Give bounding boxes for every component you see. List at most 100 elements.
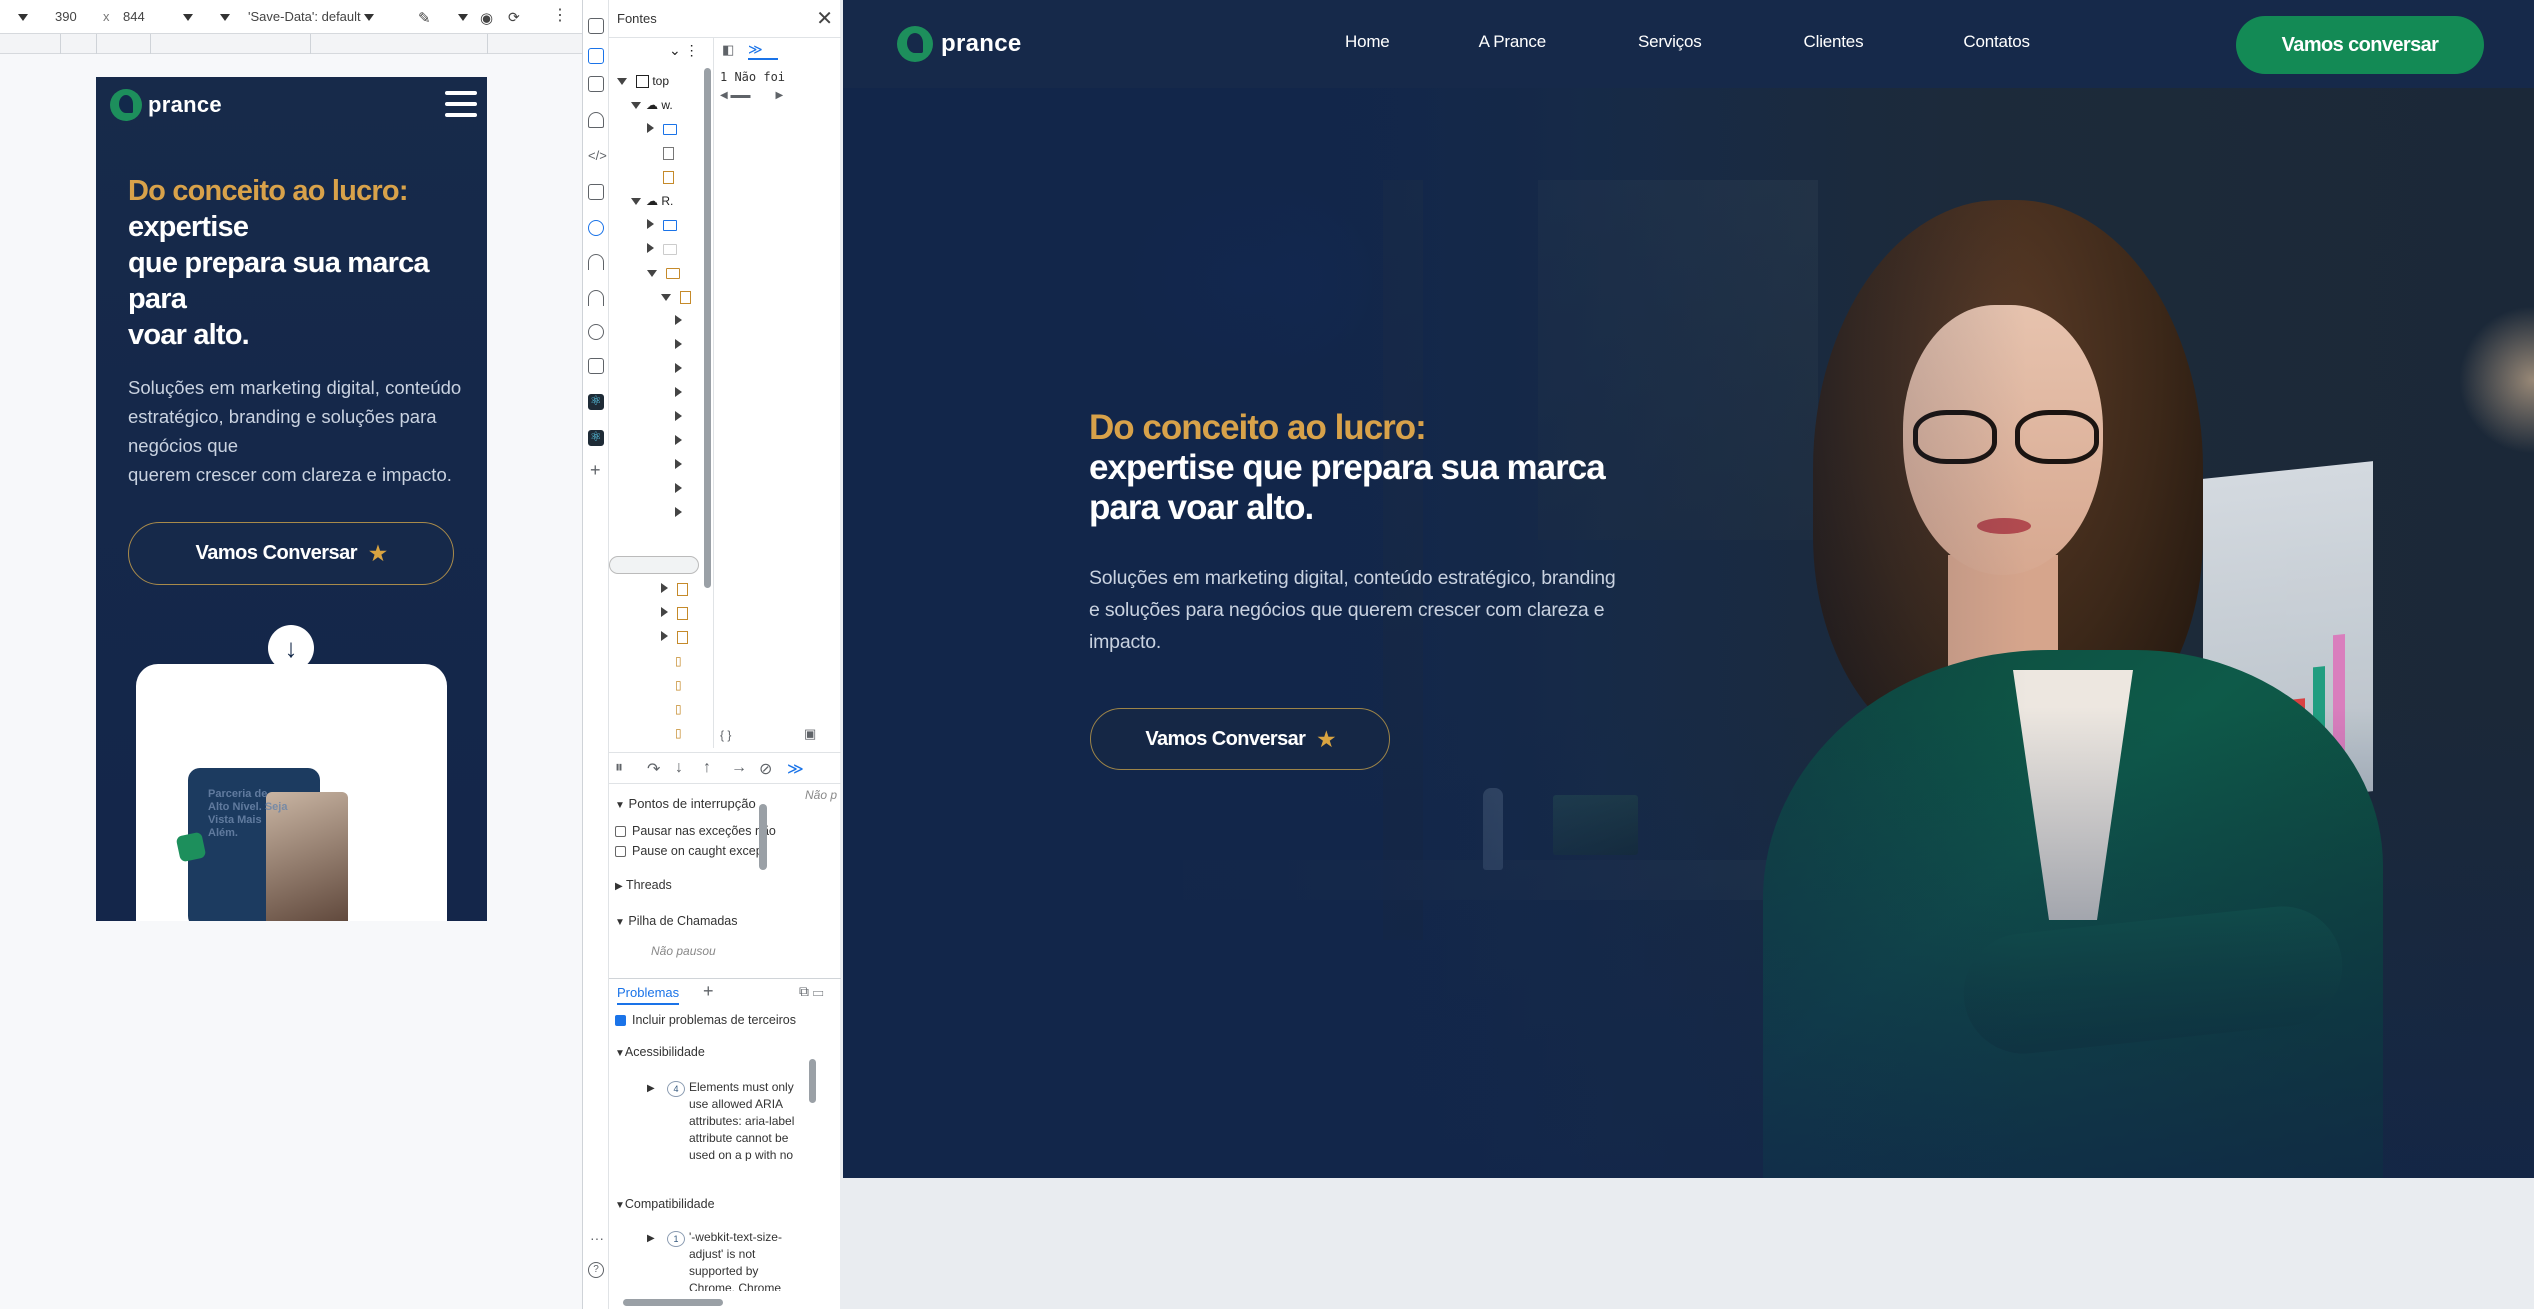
pause-icon[interactable]: ⏸ [615, 759, 623, 777]
network-icon[interactable] [588, 254, 604, 270]
tree-row[interactable] [675, 386, 687, 406]
call-stack-section[interactable]: ▼ Pilha de Chamadas [615, 914, 738, 928]
eyedropper-icon[interactable]: ✎ [418, 9, 431, 27]
more-options-icon[interactable]: ⋮ [552, 5, 568, 25]
scroll-down-arrow-icon[interactable]: ↓ [268, 625, 314, 671]
step-icon[interactable]: → [731, 759, 747, 777]
mobile-cta-button[interactable]: Vamos Conversar ★ [128, 522, 454, 585]
debugger-scrollbar[interactable] [759, 804, 767, 870]
help-icon[interactable]: ? [588, 1262, 604, 1278]
pretty-print-icon[interactable]: { } [720, 728, 731, 742]
tree-row-folder[interactable] [647, 122, 677, 142]
tree-row[interactable] [675, 458, 687, 478]
compatibility-category[interactable]: ▼Compatibilidade [615, 1197, 715, 1211]
problems-tab[interactable]: Problemas [617, 985, 680, 1005]
nav-servicos[interactable]: Serviços [1638, 32, 1702, 52]
debug-icon[interactable] [588, 220, 604, 236]
coverage-icon[interactable]: ▣ [804, 726, 816, 742]
add-tab-icon[interactable]: + [703, 981, 714, 1002]
react-components-icon[interactable] [588, 393, 604, 410]
tree-row[interactable]: ▯ [675, 654, 682, 674]
expand-issue-icon[interactable]: ▶ [647, 1233, 655, 1244]
tree-row[interactable]: ▯ [675, 702, 682, 722]
tree-horizontal-scrollbar[interactable] [609, 556, 699, 574]
tree-row[interactable] [675, 482, 687, 502]
expand-issue-icon[interactable]: ▶ [647, 1083, 655, 1094]
tree-row[interactable] [661, 630, 688, 650]
accessibility-category[interactable]: ▼Acessibilidade [615, 1045, 705, 1059]
tree-row[interactable] [675, 434, 687, 454]
tree-row-folder[interactable] [647, 266, 680, 286]
pause-exceptions-checkbox[interactable]: Pausar nas exceções não [615, 824, 776, 838]
nav-a-prance[interactable]: A Prance [1479, 32, 1547, 52]
application-icon[interactable] [588, 358, 604, 374]
tree-row-top[interactable]: top [617, 74, 669, 94]
problems-hscrollbar[interactable] [623, 1299, 723, 1306]
sources-code-icon[interactable]: </> [588, 148, 607, 164]
tree-row[interactable] [661, 582, 688, 602]
mobile-logo[interactable]: prance [110, 89, 222, 121]
step-over-icon[interactable]: ↷ [647, 759, 660, 779]
save-data-dropdown[interactable]: 'Save-Data': default [248, 9, 375, 24]
height-input[interactable]: 844 [123, 9, 145, 24]
sensors-dropdown[interactable] [458, 9, 468, 24]
threads-section[interactable]: ▶ Threads [615, 878, 672, 892]
hero-cta-button[interactable]: Vamos Conversar ★ [1090, 708, 1390, 770]
tree-row-folder[interactable] [647, 218, 677, 238]
tree-row-file[interactable] [647, 146, 674, 166]
throttle-dropdown[interactable] [220, 9, 230, 24]
include-third-party-checkbox[interactable]: Incluir problemas de terceiros [615, 1013, 796, 1027]
tree-row-folder[interactable] [661, 290, 691, 310]
compatibility-issue[interactable]: '-webkit-text-size-adjust' is not suppor… [689, 1229, 799, 1291]
call-stack-label: Pilha de Chamadas [628, 914, 738, 928]
pause-caught-checkbox[interactable]: Pause on caught excep [615, 844, 763, 858]
problems-scrollbar[interactable] [809, 1059, 816, 1103]
more-tools-icon[interactable]: ··· [590, 1230, 604, 1246]
tree-row[interactable] [675, 362, 687, 382]
accessibility-issue[interactable]: Elements must only use allowed ARIA attr… [689, 1079, 799, 1161]
rotate-icon[interactable]: ⟳ [508, 9, 520, 26]
header-cta-button[interactable]: Vamos conversar [2236, 16, 2484, 74]
step-into-icon[interactable]: ↓ [675, 759, 683, 777]
width-input[interactable]: 390 [55, 9, 77, 24]
site-logo[interactable]: prance [897, 26, 1022, 62]
tree-row-file[interactable] [647, 170, 674, 190]
tree-row[interactable] [675, 314, 687, 334]
deactivate-breakpoints-icon[interactable]: ⊘ [759, 759, 772, 779]
console-icon[interactable] [588, 184, 604, 200]
editor-hscroll[interactable]: ◀ ▬▬ ▶ [720, 90, 783, 101]
settings-gear-icon[interactable] [588, 324, 604, 340]
tree-row-folder[interactable] [647, 242, 677, 262]
nav-contatos[interactable]: Contatos [1963, 32, 2030, 52]
close-icon[interactable]: ✕ [816, 6, 833, 31]
performance-icon[interactable] [588, 290, 604, 306]
home-icon[interactable] [588, 112, 604, 128]
tree-row-cloud-2[interactable]: ☁ R. [631, 194, 673, 214]
expand-icon[interactable]: ≫ [787, 759, 804, 779]
tree-row[interactable]: ▯ [675, 726, 682, 746]
editor-tab[interactable]: ≫ [748, 41, 778, 60]
navigator-more-icon[interactable]: ⌄ ⋮ [669, 42, 699, 62]
add-panel-icon[interactable]: + [590, 460, 601, 481]
hamburger-menu-icon[interactable] [445, 91, 477, 119]
nav-clientes[interactable]: Clientes [1804, 32, 1864, 52]
tree-row[interactable]: ▯ [675, 678, 682, 698]
elements-icon[interactable] [588, 76, 604, 92]
tree-row[interactable] [661, 606, 688, 626]
nav-home[interactable]: Home [1345, 32, 1390, 52]
react-profiler-icon[interactable] [588, 429, 604, 446]
step-out-icon[interactable]: ↑ [703, 759, 711, 777]
dpr-dropdown[interactable] [183, 9, 193, 24]
tree-row[interactable] [675, 506, 687, 526]
undock-icon[interactable]: ⧉ ▭ [799, 983, 824, 1000]
tree-row[interactable] [675, 338, 687, 358]
eye-icon[interactable]: ◉ [480, 9, 493, 27]
breakpoints-section[interactable]: ▼ Pontos de interrupção [615, 796, 756, 811]
dimensions-dropdown[interactable] [12, 9, 28, 24]
device-toggle-icon[interactable] [588, 48, 604, 64]
tree-row[interactable] [675, 410, 687, 430]
toggle-navigator-icon[interactable]: ◧ [722, 42, 734, 58]
tree-vertical-scrollbar[interactable] [704, 68, 711, 588]
tree-row-cloud-1[interactable]: ☁ w. [631, 98, 673, 118]
inspect-icon[interactable] [588, 18, 604, 34]
